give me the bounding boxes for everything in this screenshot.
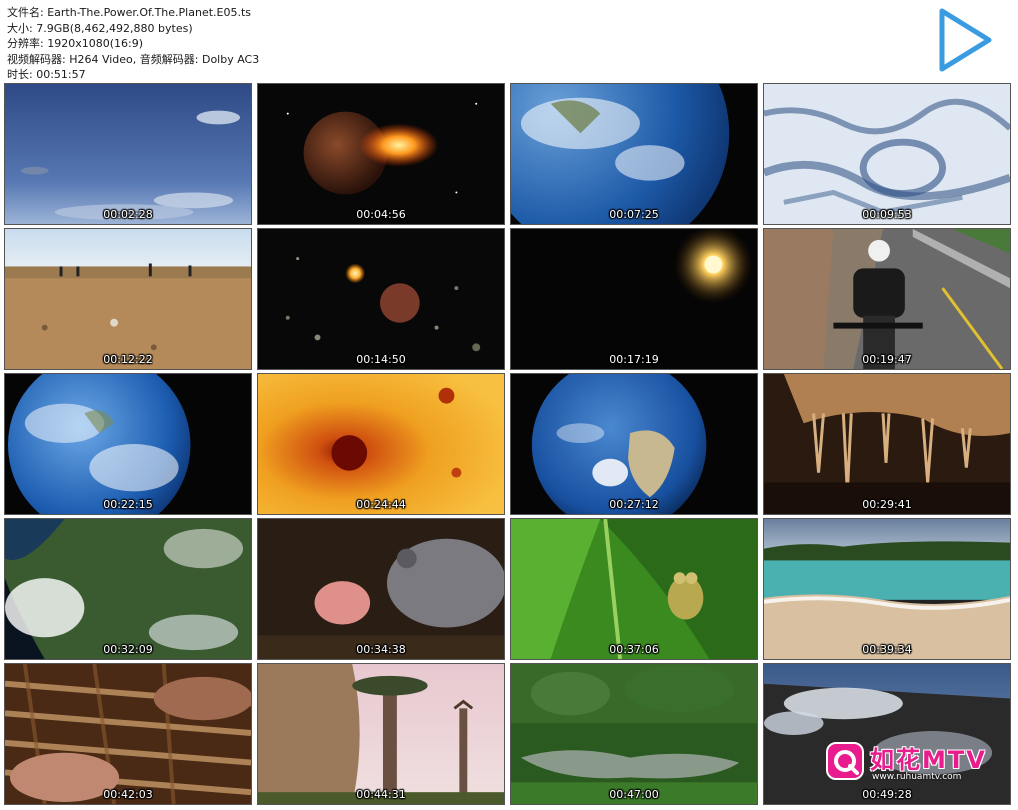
thumbnail-image: [511, 664, 757, 804]
thumbnail-12[interactable]: 00:29:41: [763, 373, 1011, 515]
thumbnail-image: [511, 229, 757, 369]
thumbnail-6[interactable]: 00:14:50: [257, 228, 505, 370]
thumbnail-image: [764, 374, 1010, 514]
thumbnail-8[interactable]: 00:19:47: [763, 228, 1011, 370]
thumbnail-timestamp: 00:27:12: [609, 498, 659, 511]
thumbnail-image: [258, 229, 504, 369]
thumbnail-2[interactable]: 00:04:56: [257, 83, 505, 225]
thumbnail-timestamp: 00:39:34: [862, 643, 912, 656]
thumbnail-timestamp: 00:49:28: [862, 788, 912, 801]
info-resolution: 分辨率: 1920x1080(16:9): [7, 37, 143, 50]
thumbnail-image: [258, 664, 504, 804]
thumbnail-16[interactable]: 00:39:34: [763, 518, 1011, 660]
thumbnail-timestamp: 00:09:53: [862, 208, 912, 221]
thumbnail-timestamp: 00:12:22: [103, 353, 153, 366]
thumbnail-timestamp: 00:47:00: [609, 788, 659, 801]
thumbnail-image: [258, 84, 504, 224]
thumbnail-timestamp: 00:42:03: [103, 788, 153, 801]
rh-logo-icon: [826, 742, 864, 780]
info-filename: 文件名: Earth-The.Power.Of.The.Planet.E05.t…: [7, 6, 252, 19]
thumbnail-image: [764, 229, 1010, 369]
thumbnail-timestamp: 00:44:31: [356, 788, 406, 801]
thumbnail-image: [764, 84, 1010, 224]
thumbnail-15[interactable]: 00:37:06: [510, 518, 758, 660]
thumbnail-image: [5, 374, 251, 514]
thumbnail-3[interactable]: 00:07:25: [510, 83, 758, 225]
thumbnail-18[interactable]: 00:44:31: [257, 663, 505, 805]
thumbnail-image: [5, 519, 251, 659]
thumbnail-timestamp: 00:19:47: [862, 353, 912, 366]
file-info-block: 文件名: Earth-The.Power.Of.The.Planet.E05.t…: [7, 5, 259, 83]
thumbnail-7[interactable]: 00:17:19: [510, 228, 758, 370]
thumbnail-14[interactable]: 00:34:38: [257, 518, 505, 660]
play-triangle-icon[interactable]: [934, 4, 996, 76]
contact-sheet: 文件名: Earth-The.Power.Of.The.Planet.E05.t…: [0, 0, 1018, 810]
info-size: 大小: 7.9GB(8,462,492,880 bytes): [7, 21, 193, 35]
thumbnail-timestamp: 00:02:28: [103, 208, 153, 221]
thumbnail-image: [5, 664, 251, 804]
thumbnail-17[interactable]: 00:42:03: [4, 663, 252, 805]
thumbnail-grid: 00:02:28 00:04:56 00:07:25 00:09:53 00:1…: [4, 83, 1014, 807]
thumbnail-9[interactable]: 00:22:15: [4, 373, 252, 515]
thumbnail-image: [258, 374, 504, 514]
thumbnail-13[interactable]: 00:32:09: [4, 518, 252, 660]
info-codecs: 视频解码器: H264 Video, 音频解码器: Dolby AC3: [7, 52, 260, 66]
thumbnail-1[interactable]: 00:02:28: [4, 83, 252, 225]
thumbnail-10[interactable]: 00:24:44: [257, 373, 505, 515]
thumbnail-image: [5, 84, 251, 224]
thumbnail-image: [5, 229, 251, 369]
thumbnail-timestamp: 00:07:25: [609, 208, 659, 221]
thumbnail-timestamp: 00:04:56: [356, 208, 406, 221]
thumbnail-image: [511, 374, 757, 514]
thumbnail-timestamp: 00:34:38: [356, 643, 406, 656]
thumbnail-timestamp: 00:29:41: [862, 498, 912, 511]
thumbnail-timestamp: 00:24:44: [356, 498, 406, 511]
watermark-name: 如花MTV: [870, 746, 987, 774]
thumbnail-image: [511, 84, 757, 224]
thumbnail-timestamp: 00:17:19: [609, 353, 659, 366]
thumbnail-timestamp: 00:32:09: [103, 643, 153, 656]
thumbnail-timestamp: 00:14:50: [356, 353, 406, 366]
watermark: 如花MTV www.ruhuamtv.com: [826, 738, 1006, 788]
thumbnail-4[interactable]: 00:09:53: [763, 83, 1011, 225]
thumbnail-image: [258, 519, 504, 659]
thumbnail-19[interactable]: 00:47:00: [510, 663, 758, 805]
thumbnail-timestamp: 00:37:06: [609, 643, 659, 656]
info-duration: 时长: 00:51:57: [7, 68, 86, 81]
thumbnail-image: [511, 519, 757, 659]
thumbnail-11[interactable]: 00:27:12: [510, 373, 758, 515]
thumbnail-5[interactable]: 00:12:22: [4, 228, 252, 370]
thumbnail-image: [764, 519, 1010, 659]
watermark-url: www.ruhuamtv.com: [872, 772, 962, 782]
thumbnail-timestamp: 00:22:15: [103, 498, 153, 511]
